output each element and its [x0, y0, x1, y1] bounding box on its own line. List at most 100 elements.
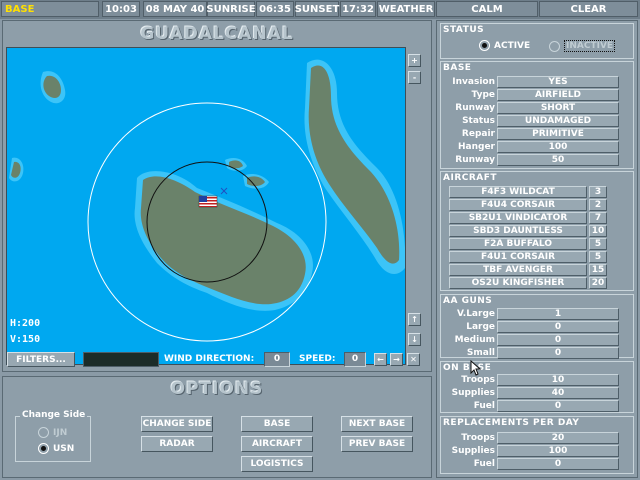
aircraft-name: TBF AVENGER: [449, 264, 587, 276]
aa-label: V.Large: [456, 309, 495, 319]
top-bar: BASE 10:03 08 MAY 40 SUNRISE 06:35 SUNSE…: [0, 0, 640, 19]
side-option-usn[interactable]: USN: [38, 443, 74, 454]
on-base-row: Troops 10: [441, 374, 619, 386]
base-button[interactable]: BASE: [241, 416, 313, 432]
base-value: PRIMITIVE: [497, 128, 619, 140]
base-value: YES: [497, 76, 619, 88]
next-base-button[interactable]: NEXT BASE: [341, 416, 413, 432]
on-base-label: Supplies: [451, 388, 495, 398]
base-row: Hanger 100: [441, 141, 619, 153]
clock: 10:03: [102, 1, 140, 17]
speed-value: 0: [344, 352, 366, 367]
status-active-label: ACTIVE: [494, 40, 531, 51]
on-base-value: 40: [497, 387, 619, 399]
base-label: Runway: [455, 155, 495, 165]
base-label: Status: [462, 116, 495, 126]
wind-direction-value: 0: [264, 352, 290, 367]
logistics-button[interactable]: LOGISTICS: [241, 456, 313, 472]
base-label: Hanger: [458, 142, 495, 152]
map-title: GUADALCANAL: [140, 24, 294, 44]
base-value: SHORT: [497, 102, 619, 114]
aa-guns-section: AA GUNS V.Large 1 Large 0 Medium 0 Small 0: [440, 294, 634, 359]
zoom-out-button[interactable]: -: [408, 71, 421, 84]
radio-active[interactable]: [479, 40, 490, 51]
base-tab[interactable]: BASE: [1, 1, 99, 17]
nav-left-button[interactable]: ←: [374, 353, 387, 366]
zoom-in-button[interactable]: +: [408, 54, 421, 67]
change-side-button[interactable]: CHANGE SIDE: [141, 416, 213, 432]
radar-button[interactable]: RADAR: [141, 436, 213, 452]
replacement-row: Fuel 0: [441, 458, 619, 470]
aircraft-count: 5: [589, 251, 607, 263]
on-base-label: Fuel: [473, 401, 495, 411]
status-active-option[interactable]: ACTIVE: [479, 40, 530, 51]
radio-usn[interactable]: [38, 443, 49, 454]
aircraft-section: AIRCRAFT F4F3 WILDCAT 3 F4U4 CORSAIR 2 SB2…: [440, 171, 634, 291]
map-view[interactable]: H:200 V:150: [6, 47, 406, 365]
scroll-down-button[interactable]: ↓: [408, 333, 421, 346]
aircraft-row[interactable]: F4F3 WILDCAT 3: [449, 186, 607, 198]
aircraft-count: 7: [589, 212, 607, 224]
aa-label: Medium: [454, 335, 495, 345]
aircraft-heading: AIRCRAFT: [443, 173, 498, 183]
status-inactive-option[interactable]: INACTIVE: [549, 40, 616, 52]
base-row: Type AIRFIELD: [441, 89, 619, 101]
change-side-group-label: Change Side: [20, 410, 88, 420]
aircraft-row[interactable]: TBF AVENGER 15: [449, 264, 607, 276]
base-value: 100: [497, 141, 619, 153]
on-base-heading: ON BASE: [443, 363, 492, 373]
aircraft-count: 2: [589, 199, 607, 211]
weather-wind: CALM: [436, 1, 538, 17]
info-panel: STATUS ACTIVE INACTIVE BASE Invasion YES …: [436, 20, 638, 478]
nav-close-button[interactable]: ✕: [407, 353, 420, 366]
aa-label: Small: [466, 348, 495, 358]
aircraft-name: F2A BUFFALO: [449, 238, 587, 250]
weather-label: WEATHER: [377, 1, 435, 17]
map-panel: GUADALCANAL H:200 V:150 + - ↑ ↓ FILTERS.…: [2, 20, 432, 372]
aircraft-row[interactable]: F2A BUFFALO 5: [449, 238, 607, 250]
replacement-value: 0: [497, 458, 619, 470]
on-base-value: 10: [497, 374, 619, 386]
radio-ijn[interactable]: [38, 427, 49, 438]
progress-bar: [83, 352, 159, 367]
base-label: Type: [471, 90, 495, 100]
radio-inactive[interactable]: [549, 40, 560, 52]
map-h-coord: H:200: [10, 318, 41, 329]
scroll-up-button[interactable]: ↑: [408, 313, 421, 326]
on-base-row: Supplies 40: [441, 387, 619, 399]
aircraft-row[interactable]: F4U1 CORSAIR 5: [449, 251, 607, 263]
replacement-row: Troops 20: [441, 432, 619, 444]
aa-value: 0: [497, 334, 619, 346]
status-inactive-label: INACTIVE: [564, 40, 616, 52]
aircraft-row[interactable]: OS2U KINGFISHER 20: [449, 277, 607, 289]
aircraft-row[interactable]: F4U4 CORSAIR 2: [449, 199, 607, 211]
side-label-ijn: IJN: [53, 427, 68, 438]
aa-guns-heading: AA GUNS: [443, 296, 493, 306]
aircraft-name: F4U1 CORSAIR: [449, 251, 587, 263]
aircraft-name: SB2U1 VINDICATOR: [449, 212, 587, 224]
replacements-section: REPLACEMENTS PER DAY Troops 20 Supplies 10…: [440, 416, 634, 474]
sunrise-label: SUNRISE: [206, 1, 256, 17]
on-base-label: Troops: [461, 375, 495, 385]
nav-right-button[interactable]: →: [390, 353, 403, 366]
aircraft-row[interactable]: SB2U1 VINDICATOR 7: [449, 212, 607, 224]
island-guadalcanal: [140, 176, 306, 305]
filters-button[interactable]: FILTERS...: [7, 352, 75, 367]
map-svg: [9, 59, 405, 342]
base-value: UNDAMAGED: [497, 115, 619, 127]
us-flag-base-icon[interactable]: [198, 195, 218, 208]
aircraft-count: 5: [589, 238, 607, 250]
wind-direction-label: WIND DIRECTION:: [164, 354, 255, 364]
aa-value: 0: [497, 321, 619, 333]
base-label: Runway: [455, 103, 495, 113]
aircraft-row[interactable]: SBD3 DAUNTLESS 10: [449, 225, 607, 237]
base-row: Repair PRIMITIVE: [441, 128, 619, 140]
base-row: Status UNDAMAGED: [441, 115, 619, 127]
base-row: Runway 50: [441, 154, 619, 166]
side-option-ijn[interactable]: IJN: [38, 427, 67, 438]
aa-value: 0: [497, 347, 619, 359]
aa-row: Large 0: [441, 321, 619, 333]
aircraft-button[interactable]: AIRCRAFT: [241, 436, 313, 452]
aircraft-name: SBD3 DAUNTLESS: [449, 225, 587, 237]
prev-base-button[interactable]: PREV BASE: [341, 436, 413, 452]
